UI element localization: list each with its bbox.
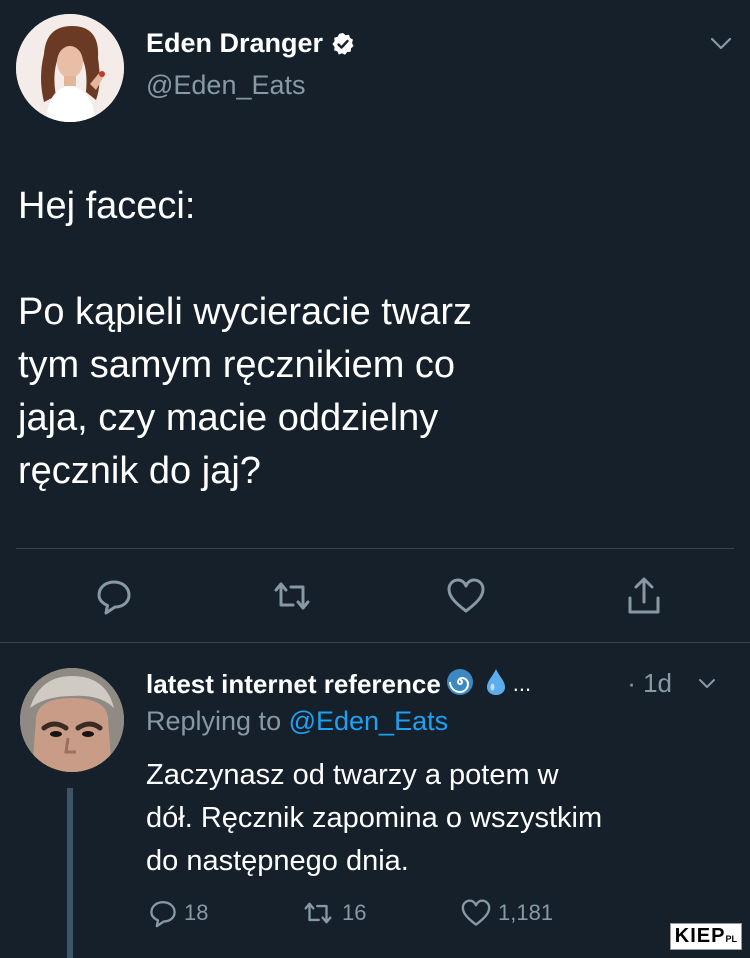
watermark-logo: KIEPPL bbox=[669, 923, 742, 950]
tweet-text: Hej faceci: Po kąpieli wycieracie twarz … bbox=[18, 185, 473, 492]
reply-header: latest internet reference ... · 1d bbox=[146, 664, 716, 704]
reply-author-avatar[interactable] bbox=[20, 668, 124, 772]
retweet-icon bbox=[304, 902, 332, 924]
divider bbox=[16, 548, 734, 549]
reply-timestamp[interactable]: · 1d bbox=[627, 668, 672, 699]
name-truncation: ... bbox=[512, 671, 532, 696]
watermark-suffix: PL bbox=[725, 934, 737, 944]
reply-reply-button[interactable]: 18 bbox=[146, 896, 208, 930]
like-icon[interactable] bbox=[444, 574, 488, 618]
tweet-thread: Eden Dranger @Eden_Eats Hej faceci: Po k… bbox=[0, 0, 750, 958]
droplet-emoji-icon bbox=[485, 667, 507, 702]
reply-icon[interactable] bbox=[92, 574, 136, 618]
divider bbox=[0, 642, 750, 643]
cyclone-emoji-icon bbox=[445, 667, 475, 702]
chevron-down-icon[interactable] bbox=[698, 678, 716, 690]
tweet-actions bbox=[0, 574, 750, 618]
reply-count: 18 bbox=[184, 900, 209, 925]
reply-actions: 18 16 1,181 bbox=[0, 896, 750, 936]
chevron-down-icon[interactable] bbox=[710, 36, 732, 52]
reply-retweet-button[interactable]: 16 bbox=[298, 896, 366, 930]
watermark-text: KIEP bbox=[674, 925, 726, 947]
like-count: 1,181 bbox=[498, 900, 554, 925]
replying-to: Replying to @Eden_Eats bbox=[146, 706, 448, 737]
author-name-text[interactable]: Eden Dranger bbox=[146, 28, 323, 59]
reply-like-button[interactable]: 1,181 bbox=[458, 896, 553, 930]
share-icon[interactable] bbox=[622, 574, 666, 618]
verified-badge-icon bbox=[331, 32, 355, 56]
reply-text: Zaczynasz od twarzy a potem w dół. Ręczn… bbox=[146, 759, 603, 877]
retweet-icon[interactable] bbox=[270, 574, 314, 618]
retweet-count: 16 bbox=[342, 900, 367, 925]
reply-author-name[interactable]: latest internet reference bbox=[146, 669, 441, 700]
like-icon bbox=[461, 899, 491, 926]
reply-icon bbox=[150, 901, 176, 928]
replying-to-mention[interactable]: @Eden_Eats bbox=[289, 706, 449, 736]
replying-to-prefix: Replying to bbox=[146, 706, 289, 736]
author-name[interactable]: Eden Dranger bbox=[146, 28, 355, 59]
author-handle[interactable]: @Eden_Eats bbox=[146, 70, 306, 101]
author-avatar[interactable] bbox=[16, 14, 124, 122]
